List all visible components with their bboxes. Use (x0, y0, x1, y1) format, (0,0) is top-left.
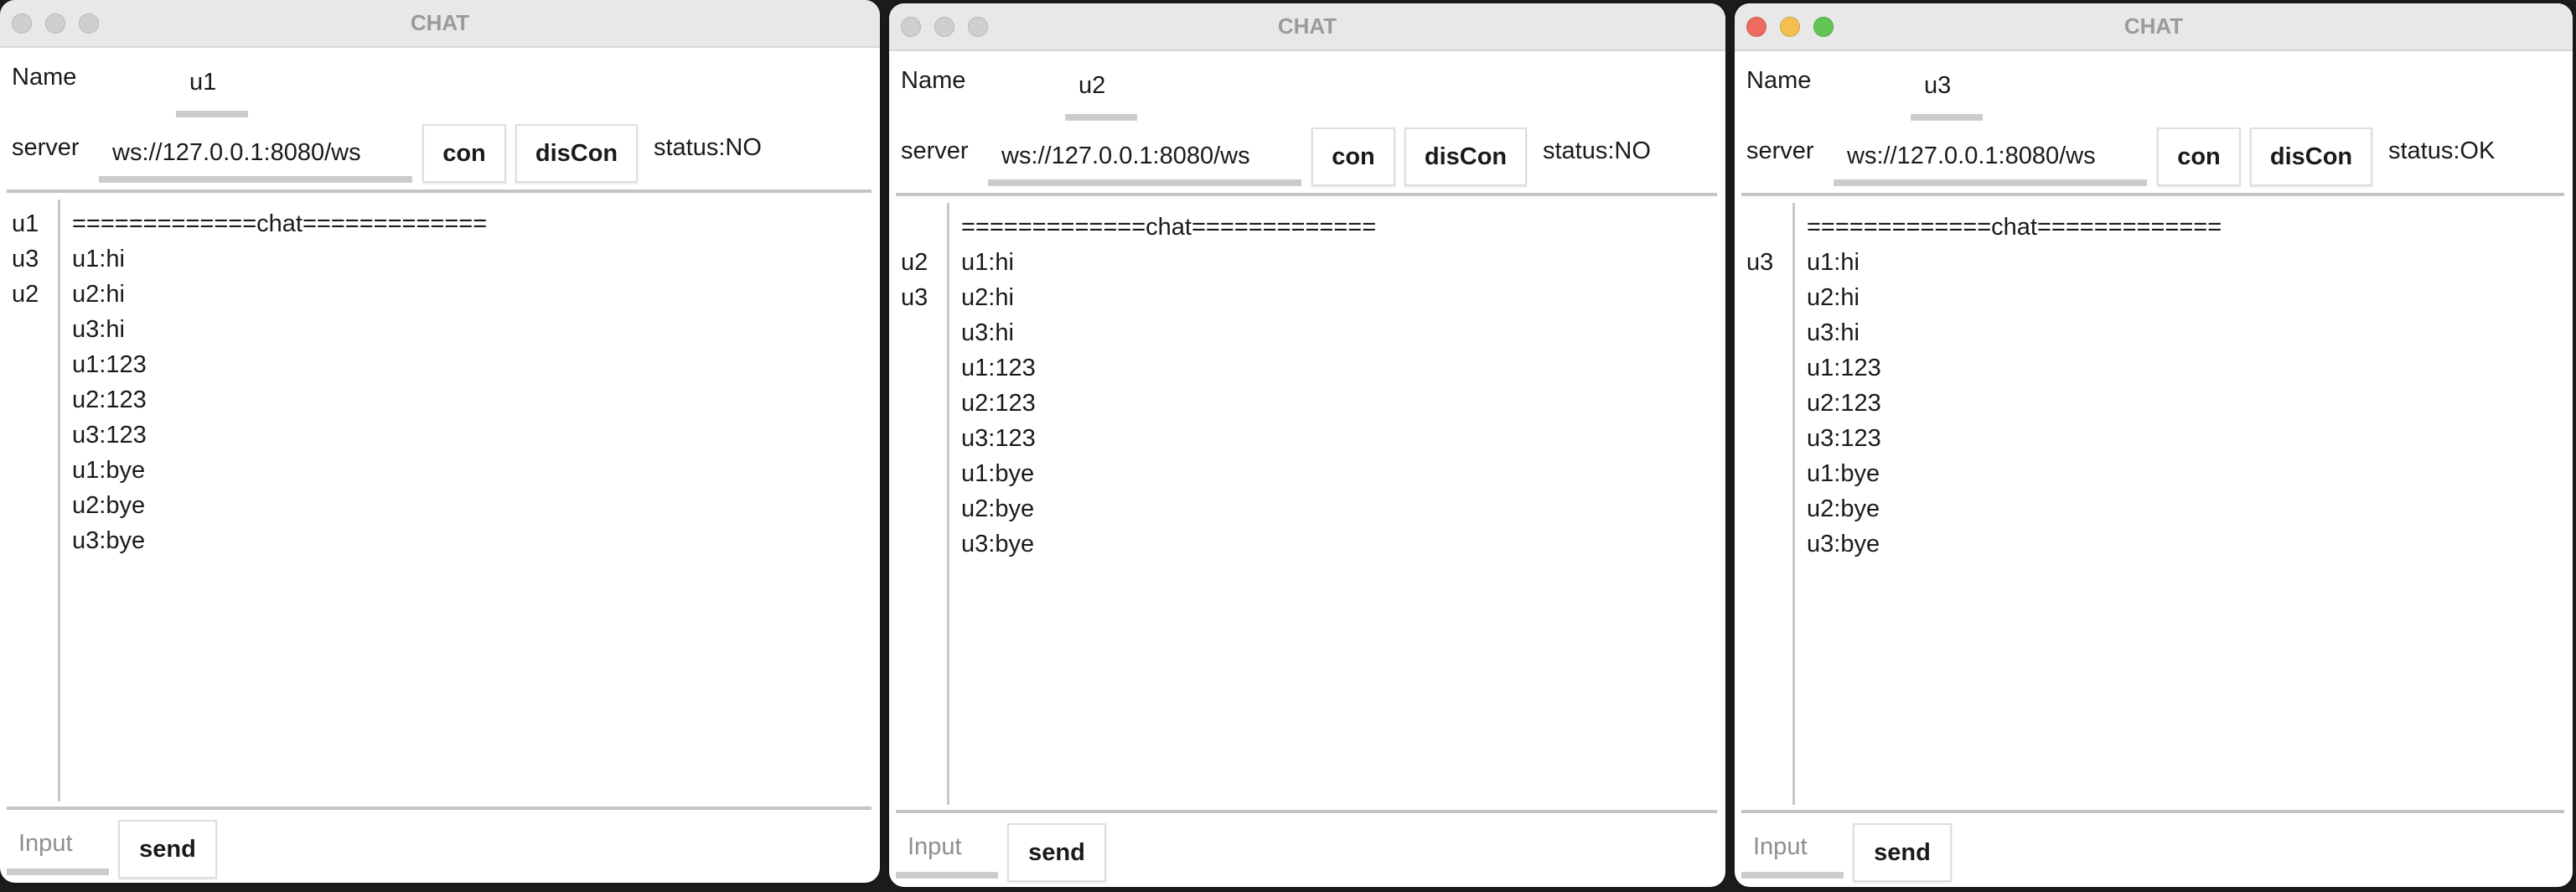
chat-log: =============chat============= u1:hi u2:hi… (1807, 210, 2222, 562)
title-bar[interactable]: CHAT (0, 0, 880, 48)
user-list: u1 u3 u2 (12, 206, 39, 312)
name-input[interactable]: u2 (1065, 72, 1137, 121)
send-button[interactable]: send (118, 820, 217, 879)
chat-message: u1:bye (961, 460, 1035, 487)
connect-button[interactable]: con (422, 124, 506, 183)
user-list: u3 (1746, 210, 1773, 280)
chat-message: u2:bye (72, 492, 146, 519)
user-list: u2 u3 (901, 210, 928, 315)
chat-message: u2:hi (1807, 284, 1860, 311)
chat-message: u3:bye (961, 531, 1035, 558)
top-divider (1741, 193, 2564, 196)
title-bar[interactable]: CHAT (889, 3, 1725, 51)
server-value: ws://127.0.0.1:8080/ws (1847, 143, 2096, 169)
connect-button[interactable]: con (2157, 127, 2241, 186)
user-item (1746, 210, 1773, 245)
chat-message: u1:123 (72, 351, 147, 378)
input-placeholder: Input (1753, 833, 1808, 860)
chat-message: u2:hi (72, 281, 125, 308)
list-divider (1792, 203, 1795, 805)
chat-message: u1:hi (961, 249, 1014, 276)
chat-message: u3:bye (72, 527, 146, 554)
chat-message: u2:123 (72, 386, 147, 413)
chat-message: u1:hi (1807, 249, 1860, 276)
disconnect-button[interactable]: disCon (2250, 127, 2372, 186)
chat-message: u1:bye (1807, 460, 1880, 487)
server-input[interactable]: ws://127.0.0.1:8080/ws (99, 139, 412, 183)
server-input[interactable]: ws://127.0.0.1:8080/ws (1834, 143, 2147, 186)
chat-message: =============chat============= (961, 214, 1377, 241)
status-text: status:OK (2388, 137, 2496, 164)
input-placeholder: Input (908, 833, 962, 860)
bottom-divider (896, 810, 1717, 813)
name-input[interactable]: u1 (176, 69, 248, 117)
user-item: u2 (901, 249, 928, 276)
chat-message: u1:bye (72, 457, 146, 484)
name-label: Name (1746, 67, 1812, 94)
message-input[interactable]: Input (7, 830, 109, 875)
chat-message: u1:123 (1807, 355, 1881, 381)
status-text: status:NO (654, 134, 762, 161)
bottom-divider (1741, 810, 2564, 813)
chat-message: u3:hi (72, 316, 125, 343)
chat-window: CHAT Name u1 server ws://127.0.0.1:8080/ws co… (0, 0, 880, 883)
connect-button[interactable]: con (1311, 127, 1395, 186)
list-divider (58, 200, 60, 801)
chat-message: u2:123 (961, 390, 1036, 417)
top-divider (7, 189, 872, 193)
user-item: u3 (12, 246, 39, 272)
chat-message: =============chat============= (1807, 214, 2222, 241)
chat-log: =============chat============= u1:hi u2:hi… (961, 210, 1376, 562)
input-placeholder: Input (18, 830, 73, 857)
chat-message: u2:bye (1807, 495, 1880, 522)
disconnect-button[interactable]: disCon (1404, 127, 1527, 186)
chat-window: CHAT Name u3 server ws://127.0.0.1:8080/ws co… (1735, 3, 2573, 887)
bottom-divider (7, 806, 872, 810)
user-item (901, 210, 928, 245)
user-item: u1 (12, 210, 39, 237)
chat-message: u3:hi (1807, 319, 1860, 346)
name-value: u3 (1924, 72, 1952, 99)
server-label: server (12, 134, 80, 161)
name-label: Name (12, 64, 77, 91)
list-divider (947, 203, 949, 805)
chat-message: u2:bye (961, 495, 1035, 522)
chat-message: u3:123 (961, 425, 1036, 452)
window-title: CHAT (2123, 13, 2184, 39)
chat-message: =============chat============= (72, 210, 488, 237)
server-input[interactable]: ws://127.0.0.1:8080/ws (988, 143, 1301, 186)
chat-message: u3:123 (1807, 425, 1881, 452)
server-label: server (901, 137, 969, 164)
chat-message: u3:hi (961, 319, 1014, 346)
send-button[interactable]: send (1853, 823, 1952, 882)
name-value: u1 (189, 69, 217, 96)
message-input[interactable]: Input (1741, 833, 1844, 879)
chat-message: u2:123 (1807, 390, 1881, 417)
name-input[interactable]: u3 (1911, 72, 1983, 121)
status-text: status:NO (1543, 137, 1651, 164)
chat-message: u3:123 (72, 422, 147, 449)
chat-message: u2:hi (961, 284, 1014, 311)
server-value: ws://127.0.0.1:8080/ws (112, 139, 361, 166)
send-button[interactable]: send (1007, 823, 1106, 882)
chat-message: u1:hi (72, 246, 125, 272)
chat-message: u3:bye (1807, 531, 1880, 558)
name-value: u2 (1079, 72, 1106, 99)
user-item: u3 (901, 284, 928, 311)
server-label: server (1746, 137, 1814, 164)
user-item: u3 (1746, 249, 1774, 276)
message-input[interactable]: Input (896, 833, 998, 879)
chat-message: u1:123 (961, 355, 1036, 381)
title-bar[interactable]: CHAT (1735, 3, 2573, 51)
top-divider (896, 193, 1717, 196)
chat-log: =============chat============= u1:hi u2:hi… (72, 206, 487, 558)
window-title: CHAT (1277, 13, 1337, 39)
disconnect-button[interactable]: disCon (515, 124, 638, 183)
window-title: CHAT (410, 10, 470, 35)
user-item: u2 (12, 281, 39, 308)
server-value: ws://127.0.0.1:8080/ws (1001, 143, 1250, 169)
chat-window: CHAT Name u2 server ws://127.0.0.1:8080/ws co… (889, 3, 1725, 887)
name-label: Name (901, 67, 966, 94)
